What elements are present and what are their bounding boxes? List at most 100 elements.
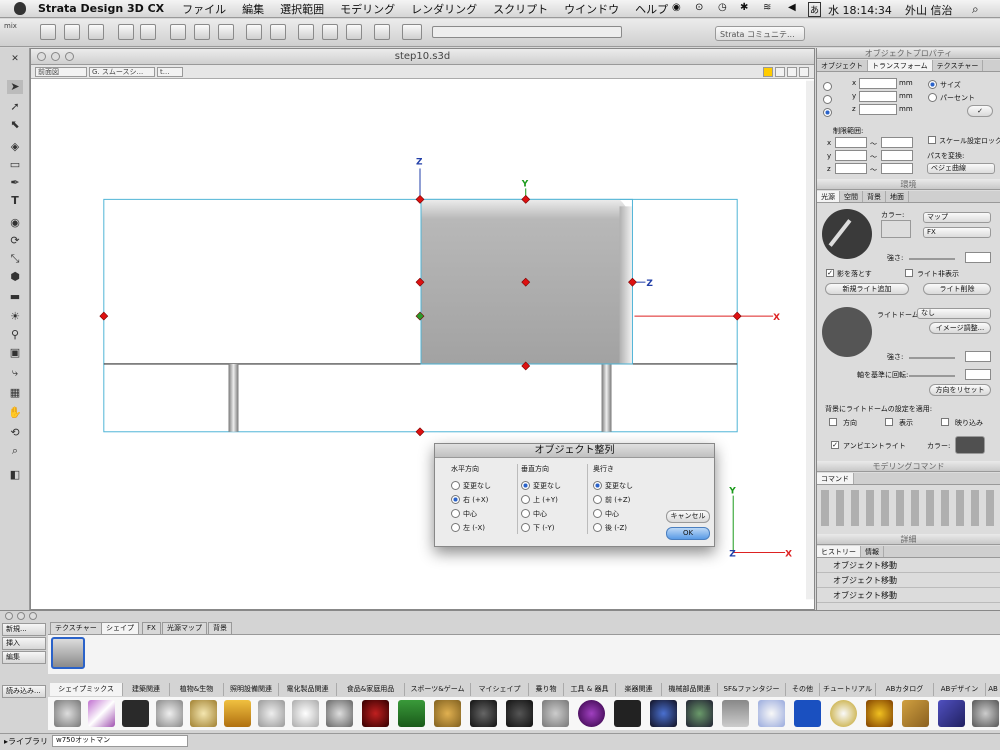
tab-history[interactable]: ヒストリー [817, 546, 861, 557]
tab-transform[interactable]: トランスフォーム [868, 60, 933, 71]
path-tool-icon[interactable]: ⤷ [7, 366, 23, 380]
shape-item-cup[interactable] [190, 700, 217, 727]
bulb-tool-icon[interactable]: ⚲ [7, 328, 23, 342]
light-tool-icon[interactable]: ☀ [7, 310, 23, 324]
extrude-tool-icon[interactable]: ⬢ [7, 270, 23, 284]
ungroup-icon[interactable] [346, 24, 362, 40]
input-method-indicator[interactable]: あ [808, 2, 822, 17]
group-icon[interactable] [322, 24, 338, 40]
pencil-icon[interactable] [763, 67, 773, 77]
shape-item-bottle[interactable] [542, 700, 569, 727]
shape-item-egg[interactable] [758, 700, 785, 727]
light-dome-sphere[interactable] [822, 307, 872, 357]
palette-close-icon[interactable] [5, 612, 13, 620]
insert-resource-button[interactable]: 挿入 [2, 637, 46, 650]
shape-item-tablet[interactable] [722, 700, 749, 727]
render-tool-icon[interactable]: ◧ [7, 468, 23, 482]
hide-light-checkbox[interactable] [905, 269, 913, 277]
hand-tool-icon[interactable]: ✋ [7, 406, 23, 420]
spotlight-icon[interactable]: ⌕ [972, 2, 979, 17]
tab-space[interactable]: 空間 [840, 191, 863, 202]
viewport-scrollbar[interactable] [806, 80, 814, 600]
ambient-light-checkbox[interactable]: ✓ [831, 441, 839, 449]
horizontal-left-radio[interactable] [451, 523, 460, 532]
path-convert-select[interactable]: ベジェ曲線 [927, 163, 995, 174]
orbit-tool-icon[interactable]: ⟲ [7, 426, 23, 440]
shape-item-balls[interactable] [156, 700, 183, 727]
percent-radio[interactable] [928, 93, 937, 102]
uv-icon[interactable] [402, 24, 422, 40]
size-radio[interactable] [928, 80, 937, 89]
save-icon[interactable] [88, 24, 104, 40]
dome-intensity-input[interactable] [965, 351, 991, 362]
close-window-icon[interactable] [37, 52, 46, 61]
horizontal-right-radio[interactable] [451, 495, 460, 504]
split-view-icon[interactable] [799, 67, 809, 77]
category-my-shapes[interactable]: マイシェイプ [471, 683, 529, 696]
menu-rendering[interactable]: レンダリング [411, 1, 477, 17]
scale-tool-icon[interactable]: ⤡ [7, 252, 23, 266]
limit-y-min[interactable] [835, 150, 867, 161]
copy-icon[interactable] [194, 24, 210, 40]
category-ab-more[interactable]: AB [986, 683, 1000, 696]
load-shapes-button[interactable]: 読み込み... [2, 685, 46, 698]
tab-resource-background[interactable]: 背景 [208, 622, 232, 634]
tools-close-icon[interactable]: ✕ [7, 52, 23, 66]
grid-view-icon[interactable] [775, 67, 785, 77]
light-intensity-input[interactable] [965, 252, 991, 263]
shape-item-bowling-ball[interactable] [578, 700, 605, 727]
category-vehicles[interactable]: 乗り物 [529, 683, 564, 696]
tab-ground[interactable]: 地面 [886, 191, 909, 202]
cast-shadow-checkbox[interactable]: ✓ [826, 269, 834, 277]
paste-icon[interactable] [218, 24, 234, 40]
select-tool-icon[interactable]: ➤ [7, 80, 23, 94]
shape-item-trumpet[interactable] [434, 700, 461, 727]
limit-z-min[interactable] [835, 163, 867, 174]
render-mode-select-2[interactable]: t... [157, 67, 183, 77]
image-adjust-button[interactable]: イメージ調整... [929, 322, 991, 334]
tab-object[interactable]: オブジェクト [817, 60, 868, 71]
menu-help[interactable]: ヘルプ [635, 1, 668, 17]
vertical-none-radio[interactable] [521, 481, 530, 490]
menu-selection[interactable]: 選択範囲 [280, 1, 324, 17]
shape-item-ring[interactable] [830, 700, 857, 727]
tab-command[interactable]: コマンド [817, 473, 854, 484]
tab-light[interactable]: 光源 [817, 191, 840, 202]
zoom-window-icon[interactable] [65, 52, 74, 61]
limit-x-min[interactable] [835, 137, 867, 148]
fx-select[interactable]: FX [923, 227, 991, 238]
bluetooth-icon[interactable]: ✱ [740, 2, 748, 13]
add-light-button[interactable]: 新規ライト追加 [825, 283, 909, 295]
library-select[interactable]: w750オットマン [52, 735, 188, 747]
menu-edit[interactable]: 編集 [242, 1, 264, 17]
shape-item-chair[interactable] [122, 700, 149, 727]
apply-direction-checkbox[interactable] [829, 418, 837, 426]
category-sf-fantasy[interactable]: SF&ファンタジー [718, 683, 786, 696]
vertical-center-radio[interactable] [521, 509, 530, 518]
cut-icon[interactable] [170, 24, 186, 40]
limit-x-max[interactable] [881, 137, 913, 148]
open-doc-icon[interactable] [64, 24, 80, 40]
category-plants[interactable]: 植物&生物 [170, 683, 224, 696]
measure-tool-icon[interactable]: ▬ [7, 290, 23, 304]
reset-direction-button[interactable]: 方向をリセット [929, 384, 991, 396]
menu-window[interactable]: ウインドウ [564, 1, 619, 17]
shape-item-fly[interactable] [650, 700, 677, 727]
history-item[interactable]: オブジェクト移動 [817, 588, 1000, 603]
vertical-top-radio[interactable] [521, 495, 530, 504]
redo-icon[interactable] [270, 24, 286, 40]
transform-y-input[interactable] [859, 91, 897, 102]
horizontal-center-radio[interactable] [451, 509, 460, 518]
transform-x-input[interactable] [859, 78, 897, 89]
rectangle-tool-icon[interactable]: ▭ [7, 158, 23, 172]
shape-item-lens[interactable] [326, 700, 353, 727]
category-architecture[interactable]: 建築関連 [123, 683, 170, 696]
apple-menu-icon[interactable] [14, 2, 26, 15]
volume-icon[interactable]: ◀ [788, 2, 796, 13]
shape-item-plate[interactable] [88, 700, 115, 727]
new-doc-icon[interactable] [40, 24, 56, 40]
map-select[interactable]: マップ [923, 212, 991, 223]
shape-item-hat[interactable] [362, 700, 389, 727]
category-tools[interactable]: 工具 & 器具 [564, 683, 616, 696]
tab-resource-lightmap[interactable]: 光源マップ [162, 622, 207, 634]
